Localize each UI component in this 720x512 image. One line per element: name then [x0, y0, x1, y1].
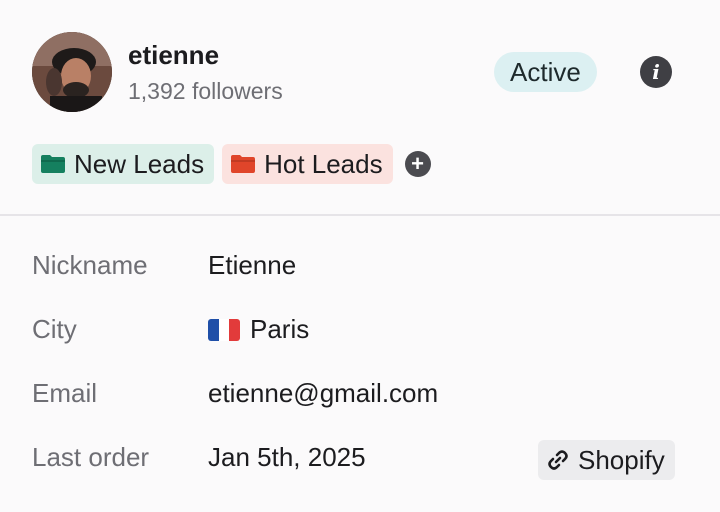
add-icon: +	[411, 151, 425, 176]
city-label: City	[32, 314, 77, 344]
last-order-value: Jan 5th, 2025	[208, 442, 366, 473]
shopify-link-button[interactable]: Shopify	[538, 440, 675, 480]
nickname-label: Nickname	[32, 250, 148, 280]
tag-label: New Leads	[74, 148, 205, 179]
info-icon[interactable]: i	[640, 56, 672, 88]
city-value: Paris	[208, 314, 309, 345]
tag-new-leads[interactable]: New Leads	[32, 144, 215, 184]
follower-count: 1,392 followers	[128, 78, 283, 104]
nickname-text: Etienne	[208, 250, 297, 280]
detail-row-email: Email etienne@gmail.com	[0, 364, 720, 428]
nickname-value: Etienne	[208, 250, 296, 281]
tag-label: Hot Leads	[264, 148, 383, 179]
email-label: Email	[32, 378, 98, 408]
detail-row-nickname: Nickname Etienne	[0, 236, 720, 300]
email-text: etienne@gmail.com	[208, 378, 439, 408]
folder-icon	[231, 155, 256, 173]
folder-icon	[41, 155, 65, 173]
email-value[interactable]: etienne@gmail.com	[208, 378, 438, 409]
link-icon	[548, 450, 568, 470]
detail-row-city: City Paris	[0, 300, 720, 364]
avatar-image	[32, 32, 112, 112]
tag-hot-leads[interactable]: Hot Leads	[222, 144, 393, 184]
avatar	[32, 32, 112, 112]
france-flag-icon	[208, 318, 240, 341]
tag-list: New Leads Hot Leads +	[32, 144, 431, 184]
divider	[0, 214, 720, 216]
last-order-text: Jan 5th, 2025	[208, 442, 366, 472]
status-badge: Active	[494, 52, 597, 92]
shopify-label: Shopify	[578, 444, 665, 475]
city-text: Paris	[250, 314, 310, 344]
add-tag-button[interactable]: +	[404, 151, 431, 177]
last-order-label: Last order	[32, 442, 150, 472]
username: etienne	[128, 40, 220, 70]
profile-header: etienne 1,392 followers Active i New Lea…	[0, 0, 720, 214]
